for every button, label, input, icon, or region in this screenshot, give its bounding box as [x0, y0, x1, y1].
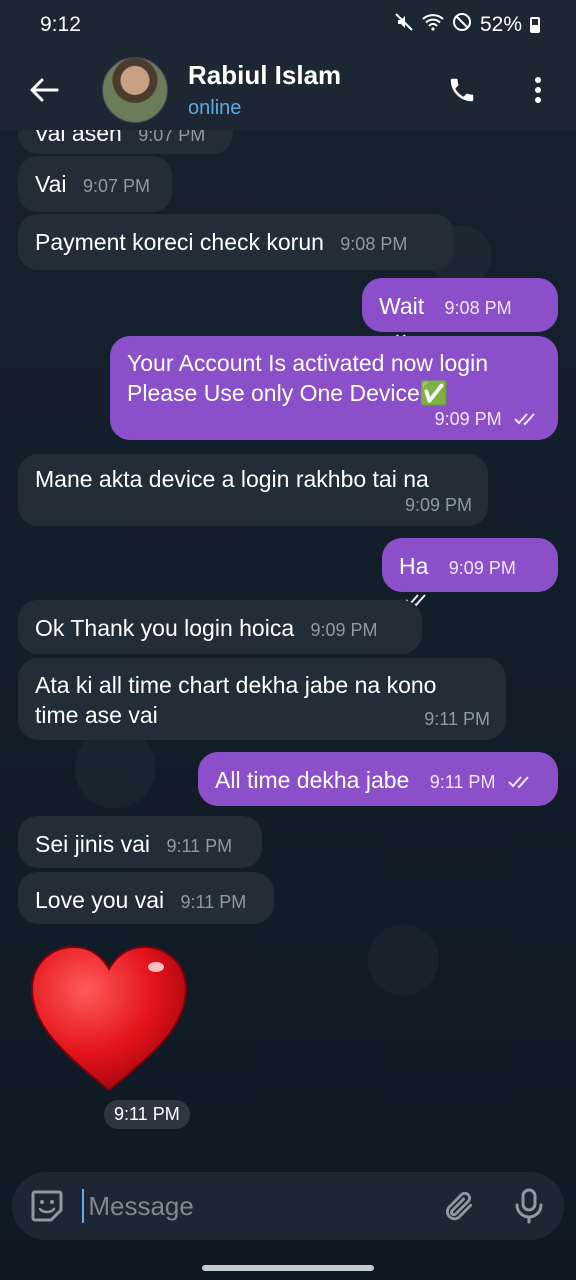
- message-time: 9:11 PM: [180, 892, 247, 912]
- phone-icon: [450, 78, 474, 102]
- mute-icon: [394, 12, 414, 38]
- call-button[interactable]: [424, 50, 500, 130]
- message-text: All time dekha jabe: [215, 767, 410, 793]
- message-text: Love you vai: [35, 887, 165, 913]
- heart-icon[interactable]: [28, 945, 190, 1095]
- message-text: Your Account Is activated now login: [127, 350, 488, 376]
- message-incoming[interactable]: Payment koreci check korun 9:08 PM: [18, 214, 454, 270]
- message-text-line2: time ase vai: [35, 702, 158, 728]
- sticker-icon: [31, 1190, 63, 1222]
- message-time: 9:09 PM: [448, 558, 516, 578]
- status-time: 9:12: [40, 13, 81, 36]
- sticker-time: 9:11 PM: [104, 1100, 190, 1129]
- message-incoming[interactable]: Vai asen 9:07 PM: [18, 130, 233, 154]
- status-icons: 52%: [394, 12, 540, 38]
- double-check-icon: [514, 412, 542, 426]
- avatar[interactable]: [102, 57, 168, 123]
- contact-name: Rabiul Islam: [188, 60, 342, 90]
- message-incoming[interactable]: Love you vai 9:11 PM: [18, 872, 274, 924]
- back-button[interactable]: [0, 50, 88, 130]
- message-incoming[interactable]: Vai 9:07 PM: [18, 156, 172, 212]
- arrow-left-icon: [30, 78, 59, 102]
- message-text: Vai asen: [34, 130, 122, 146]
- message-outgoing[interactable]: Ha 9:09 PM: [382, 538, 558, 607]
- status-bar: 9:12 52%: [0, 0, 576, 50]
- message-outgoing[interactable]: Your Account Is activated now login Plea…: [110, 336, 558, 440]
- message-input[interactable]: [82, 1189, 424, 1223]
- message-incoming[interactable]: Ata ki all time chart dekha jabe na kono…: [18, 658, 506, 740]
- battery-percent: 52%: [479, 13, 522, 36]
- message-incoming[interactable]: Ok Thank you login hoica 9:09 PM: [18, 600, 422, 654]
- more-options-button[interactable]: [500, 50, 576, 130]
- message-text: Ha: [399, 553, 429, 579]
- message-time: 9:08 PM: [340, 234, 408, 254]
- message-time: 9:08 PM: [444, 298, 512, 318]
- more-vertical-icon: [535, 77, 541, 103]
- message-text: Vai: [35, 171, 67, 197]
- voice-record-button[interactable]: [494, 1172, 564, 1240]
- paperclip-icon: [446, 1191, 473, 1221]
- dnd-icon: [452, 12, 472, 38]
- message-time: 9:09 PM: [404, 495, 472, 515]
- message-time: 9:11 PM: [166, 836, 233, 856]
- message-outgoing[interactable]: All time dekha jabe 9:11 PM: [198, 752, 558, 806]
- message-time: 9:09 PM: [310, 620, 378, 640]
- wifi-icon: [422, 13, 444, 37]
- double-check-icon: [508, 775, 536, 789]
- message-outgoing[interactable]: Wait 9:08 PM: [362, 278, 558, 347]
- message-text: Wait: [379, 293, 425, 319]
- message-time: 9:07 PM: [82, 176, 150, 196]
- message-time: 9:09 PM: [434, 409, 502, 429]
- contact-status: online: [188, 97, 242, 119]
- message-composer: [12, 1172, 564, 1240]
- battery-icon: [530, 17, 540, 33]
- message-time: 9:07 PM: [138, 130, 206, 145]
- home-indicator[interactable]: [202, 1265, 374, 1271]
- message-incoming[interactable]: Mane akta device a login rakhbo tai na 9…: [18, 454, 488, 526]
- message-text: Sei jinis vai: [35, 831, 151, 857]
- contact-info[interactable]: Rabiul Islam online: [188, 60, 424, 120]
- message-text: Ok Thank you login hoica: [35, 615, 295, 641]
- chat-header: Rabiul Islam online: [0, 50, 576, 130]
- message-time: 9:11 PM: [424, 709, 490, 729]
- emoji-button[interactable]: [12, 1172, 82, 1240]
- message-list[interactable]: Vai asen 9:07 PM Vai 9:07 PM Payment kor…: [0, 130, 576, 1165]
- message-time: 9:11 PM: [429, 772, 496, 792]
- message-text: Payment koreci check korun: [35, 229, 324, 255]
- attach-button[interactable]: [423, 1172, 493, 1240]
- microphone-icon: [515, 1188, 543, 1224]
- message-incoming[interactable]: Sei jinis vai 9:11 PM: [18, 816, 262, 868]
- message-text: Ata ki all time chart dekha jabe na kono: [35, 672, 437, 698]
